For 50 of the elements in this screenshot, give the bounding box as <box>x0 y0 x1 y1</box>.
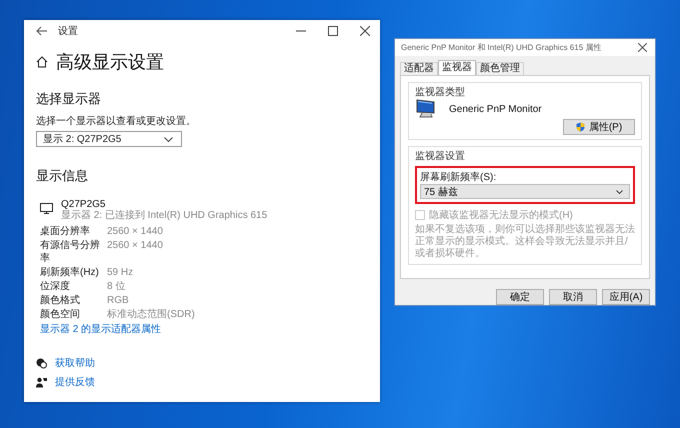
close-icon[interactable] <box>638 43 647 52</box>
dialog-title: Generic PnP Monitor 和 Intel(R) UHD Graphics 615 属性 <box>401 42 602 54</box>
caption-text: 选择一个显示器以查看或更改设置。 <box>36 114 196 128</box>
display-dropdown[interactable]: 显示 2: Q27P2G5 <box>36 131 182 147</box>
chevron-icon <box>616 190 623 194</box>
info-label: 有源信号分辨率 <box>40 239 101 265</box>
window-title: 设置 <box>58 24 78 38</box>
monitor-icon <box>415 99 437 120</box>
checkbox-label: 隐藏该监视器无法显示的模式(H) <box>429 208 573 222</box>
close-icon[interactable] <box>360 26 370 36</box>
info-label: 刷新频率(Hz) <box>40 266 100 279</box>
info-value: 59 Hz <box>107 266 134 279</box>
monitor-name: Q27P2G5 <box>61 199 106 210</box>
info-label: 颜色格式 <box>40 294 81 307</box>
page-title: 高级显示设置 <box>56 51 164 74</box>
shield-icon <box>576 122 585 132</box>
monitor-connection: 显示器 2: 已连接到 Intel(R) UHD Graphics 615 <box>61 210 268 221</box>
home-icon[interactable] <box>36 56 48 68</box>
dialog-button[interactable]: 取消 <box>549 289 597 305</box>
maximize-icon[interactable] <box>328 26 338 36</box>
info-label: 位深度 <box>40 280 71 293</box>
info-label: 桌面分辨率 <box>40 225 91 238</box>
info-value: 标准动态范围(SDR) <box>107 308 195 321</box>
help-chat-icon <box>36 358 47 368</box>
info-value: 8 位 <box>107 280 126 293</box>
refresh-rate-dropdown[interactable]: 75 赫兹 <box>420 184 630 200</box>
section-heading: 显示信息 <box>36 167 88 185</box>
chevron-icon <box>164 136 173 142</box>
tab[interactable]: 适配器 <box>400 62 438 76</box>
dialog-button[interactable]: 应用(A) <box>602 289 650 305</box>
back-icon[interactable] <box>36 26 48 36</box>
tab[interactable]: 颜色管理 <box>476 62 524 76</box>
info-value: 2560 × 1440 <box>107 225 164 238</box>
group-title: 监视器类型 <box>415 86 466 100</box>
group-title: 监视器设置 <box>415 150 466 164</box>
adapter-properties-link[interactable]: 显示器 2 的显示适配器属性 <box>40 322 162 336</box>
tab[interactable]: 监视器 <box>438 60 476 76</box>
feedback-link[interactable]: 提供反馈 <box>55 375 95 389</box>
feedback-person-icon <box>36 376 47 388</box>
info-value: RGB <box>107 294 130 307</box>
properties-button[interactable]: 属性(P) <box>563 119 635 136</box>
monitor-name: Generic PnP Monitor <box>449 104 542 115</box>
field-label: 屏幕刷新频率(S): <box>420 170 498 184</box>
description-text: 如果不复选该项，则你可以选择那些该监视器无法正常显示的显示模式。这样会导致无法显示并且/或者损坏硬件。 <box>415 224 635 260</box>
monitor-icon <box>40 203 53 214</box>
dialog-button[interactable]: 确定 <box>496 289 544 305</box>
info-value: 2560 × 1440 <box>107 239 164 253</box>
help-link[interactable]: 获取帮助 <box>55 356 95 370</box>
section-heading: 选择显示器 <box>36 90 101 108</box>
info-label: 颜色空间 <box>40 308 81 321</box>
